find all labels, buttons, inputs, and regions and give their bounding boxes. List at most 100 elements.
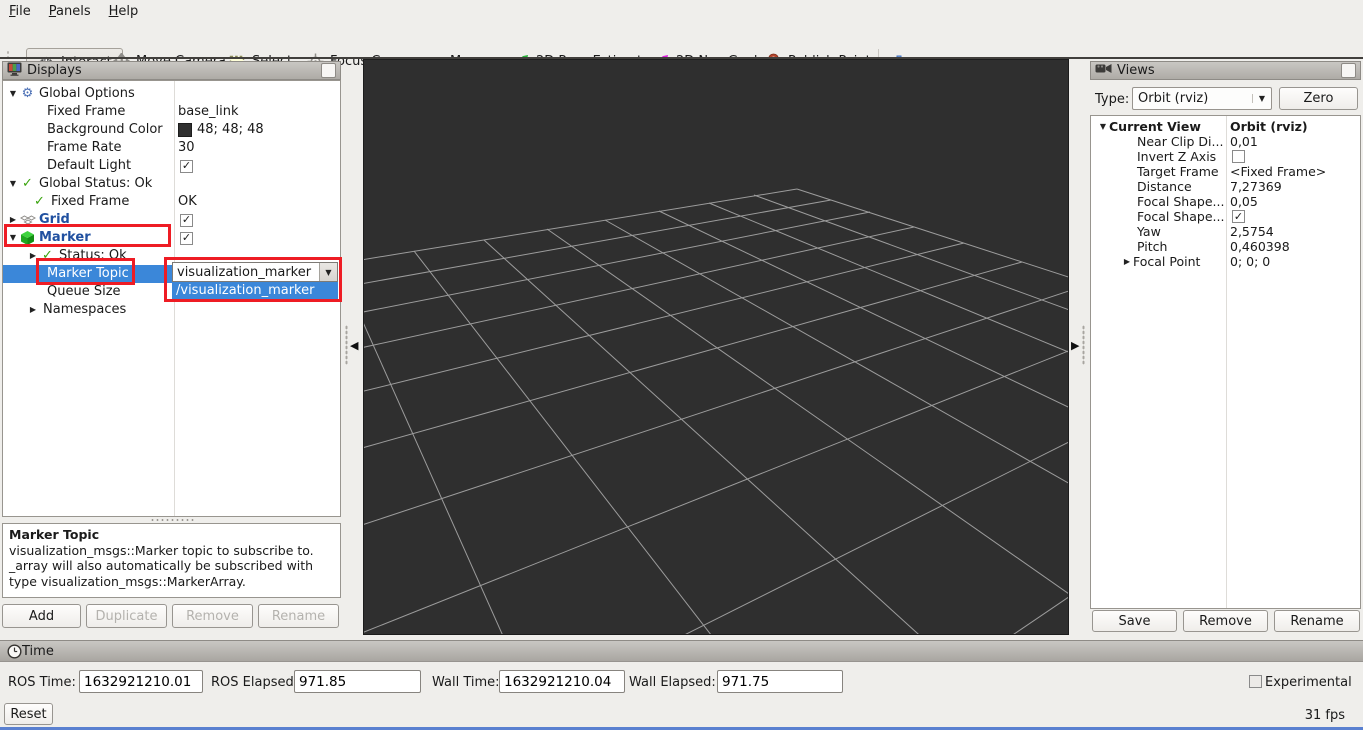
expander-right-icon[interactable]: ▶ xyxy=(27,247,39,265)
tree-row-frame-rate[interactable]: Frame Rate 30 xyxy=(3,139,340,157)
checkbox-checked[interactable]: ✓ xyxy=(1232,210,1245,223)
row-label: Status: Ok xyxy=(59,247,127,265)
checkbox-unchecked[interactable] xyxy=(1232,150,1245,163)
marker-cube-icon xyxy=(19,230,36,246)
experimental-label: Experimental xyxy=(1265,671,1352,694)
tree-row-fixed-frame[interactable]: Fixed Frame base_link xyxy=(3,103,340,121)
clock-icon xyxy=(7,644,22,659)
wall-time-label: Wall Time: xyxy=(432,671,500,694)
menu-bar: File Panels Help xyxy=(0,0,1363,22)
row-value[interactable]: 48; 48; 48 xyxy=(197,121,264,139)
row-label: Invert Z Axis xyxy=(1137,149,1216,164)
row-label: Namespaces xyxy=(43,301,126,319)
row-value[interactable]: 2,5754 xyxy=(1230,224,1274,239)
remove-view-button[interactable]: Remove xyxy=(1183,610,1268,632)
expander-down-icon[interactable]: ▼ xyxy=(7,229,19,247)
panel-title: Views xyxy=(1117,63,1155,78)
row-value[interactable]: 7,27369 xyxy=(1230,179,1282,194)
ros-elapsed-input[interactable] xyxy=(294,670,421,693)
tree-row-namespaces[interactable]: ▶ Namespaces xyxy=(3,301,340,319)
row-value: OK xyxy=(178,193,197,211)
tree-column-divider[interactable] xyxy=(1226,116,1227,608)
menu-panels[interactable]: Panels xyxy=(40,2,100,21)
row-label: Global Status: Ok xyxy=(39,175,152,193)
combobox-value: visualization_marker xyxy=(173,265,319,280)
reset-button[interactable]: Reset xyxy=(4,703,53,725)
collapse-left-arrow-icon[interactable]: ◀ xyxy=(350,339,358,352)
tree-row-default-light[interactable]: Default Light ✓ xyxy=(3,157,340,175)
row-label: Grid xyxy=(39,211,70,229)
save-view-button[interactable]: Save xyxy=(1092,610,1177,632)
ros-time-input[interactable] xyxy=(79,670,203,693)
row-label: Near Clip Di... xyxy=(1137,134,1223,149)
expander-right-icon[interactable]: ▶ xyxy=(1121,254,1133,269)
menu-help[interactable]: Help xyxy=(100,2,148,21)
render-viewport[interactable] xyxy=(363,59,1069,635)
row-value[interactable]: 0,01 xyxy=(1230,134,1258,149)
splitter-dots[interactable] xyxy=(345,325,348,365)
tree-row-marker[interactable]: ▼ Marker ✓ xyxy=(3,229,340,247)
help-title: Marker Topic xyxy=(9,527,334,543)
views-panel-header[interactable]: Views xyxy=(1090,61,1361,80)
time-panel-body: ROS Time: ROS Elapsed: Wall Time: Wall E… xyxy=(0,662,1363,727)
time-panel-header[interactable]: Time xyxy=(0,640,1363,662)
row-label: Yaw xyxy=(1137,224,1161,239)
wall-elapsed-input[interactable] xyxy=(717,670,843,693)
topic-dropdown-item-selected[interactable]: /visualization_marker xyxy=(172,282,338,299)
panel-float-button[interactable] xyxy=(321,63,336,78)
tree-row-fixed-frame-status[interactable]: ✓ Fixed Frame OK xyxy=(3,193,340,211)
row-value: Orbit (rviz) xyxy=(1230,119,1308,134)
row-value[interactable]: <Fixed Frame> xyxy=(1230,164,1326,179)
expander-down-icon[interactable]: ▼ xyxy=(7,175,19,193)
row-value[interactable]: 0,05 xyxy=(1230,194,1258,209)
view-type-combobox[interactable]: Orbit (rviz) ▼ xyxy=(1132,87,1272,110)
tree-row-background-color[interactable]: Background Color 48; 48; 48 xyxy=(3,121,340,139)
zero-button[interactable]: Zero xyxy=(1279,87,1358,110)
collapse-right-arrow-icon[interactable]: ▶ xyxy=(1071,339,1079,352)
expander-down-icon[interactable]: ▼ xyxy=(7,85,19,103)
ros-time-label: ROS Time: xyxy=(8,671,76,694)
property-help-box: Marker Topic visualization_msgs::Marker … xyxy=(2,523,341,598)
panel-splitter-handle[interactable] xyxy=(150,518,194,522)
combobox-dropdown-button[interactable]: ▼ xyxy=(319,263,337,281)
tree-row-global-options[interactable]: ▼ ⚙ Global Options xyxy=(3,85,340,103)
row-label: Fixed Frame xyxy=(51,193,129,211)
status-ok-check-icon: ✓ xyxy=(31,194,48,210)
views-tree: ▼ Current View Orbit (rviz) Near Clip Di… xyxy=(1090,115,1361,609)
tree-row-grid[interactable]: ▶ Grid ✓ xyxy=(3,211,340,229)
row-label: Marker Topic xyxy=(47,265,129,283)
expander-down-icon[interactable]: ▼ xyxy=(1097,119,1109,134)
panel-title: Displays xyxy=(27,63,82,78)
splitter-dots[interactable] xyxy=(1082,325,1085,365)
marker-topic-combobox[interactable]: visualization_marker ▼ xyxy=(172,262,338,282)
row-label: Marker xyxy=(39,229,91,247)
wall-time-input[interactable] xyxy=(499,670,625,693)
row-value[interactable]: 0,460398 xyxy=(1230,239,1290,254)
combobox-value: Orbit (rviz) xyxy=(1138,91,1208,106)
panel-float-button[interactable] xyxy=(1341,63,1356,78)
row-label: Frame Rate xyxy=(47,139,121,157)
row-label: Background Color xyxy=(47,121,163,139)
row-value[interactable]: base_link xyxy=(178,103,238,121)
checkbox-checked[interactable]: ✓ xyxy=(180,232,193,245)
expander-right-icon[interactable]: ▶ xyxy=(7,211,19,229)
row-value[interactable]: 30 xyxy=(178,139,195,157)
rename-view-button[interactable]: Rename xyxy=(1274,610,1360,632)
menu-file[interactable]: File xyxy=(0,2,40,21)
status-ok-check-icon: ✓ xyxy=(39,248,56,264)
add-button[interactable]: Add xyxy=(2,604,81,628)
tree-row-global-status[interactable]: ▼ ✓ Global Status: Ok xyxy=(3,175,340,193)
experimental-checkbox[interactable] xyxy=(1249,675,1262,688)
wall-elapsed-label: Wall Elapsed: xyxy=(629,671,716,694)
row-label: Fixed Frame xyxy=(47,103,125,121)
color-swatch xyxy=(178,123,192,137)
status-ok-check-icon: ✓ xyxy=(19,176,36,192)
expander-right-icon[interactable]: ▶ xyxy=(27,301,39,319)
displays-panel-header[interactable]: Displays xyxy=(2,61,341,80)
remove-display-button: Remove xyxy=(172,604,253,628)
row-label: Focal Shape... xyxy=(1137,209,1224,224)
checkbox-checked[interactable]: ✓ xyxy=(180,160,193,173)
checkbox-checked[interactable]: ✓ xyxy=(180,214,193,227)
row-value[interactable]: 0; 0; 0 xyxy=(1230,254,1270,269)
ground-grid xyxy=(364,60,1068,634)
